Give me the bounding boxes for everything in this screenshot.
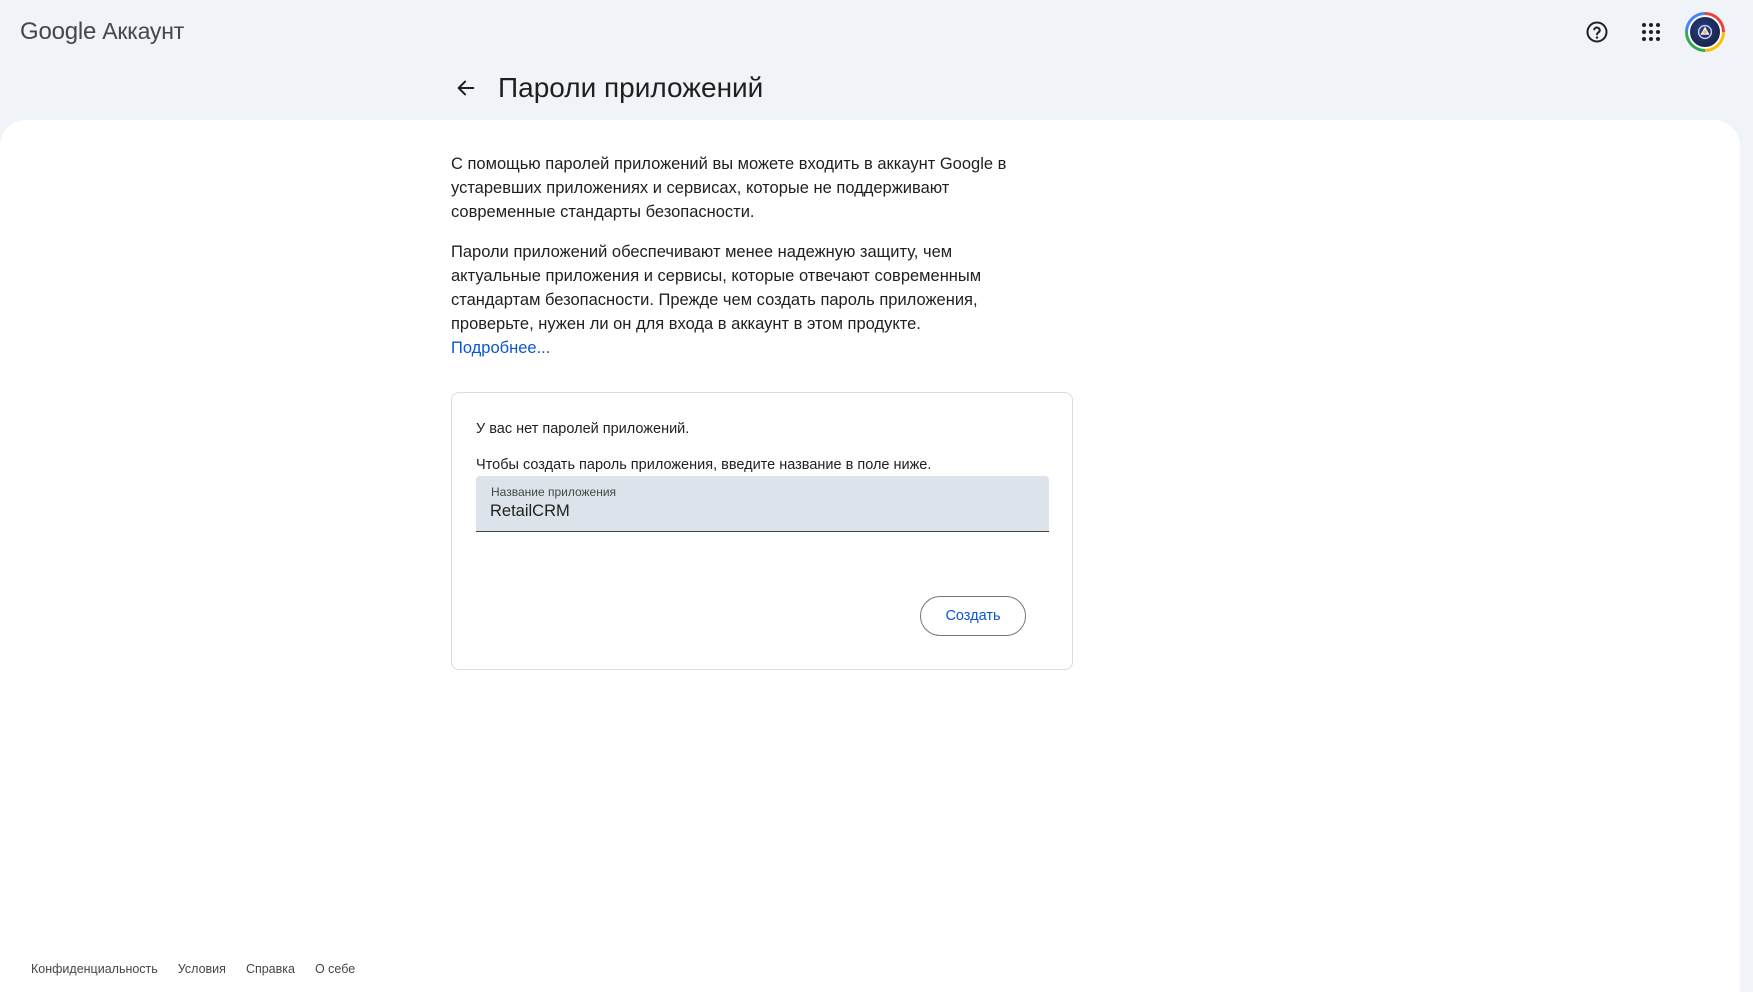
footer-link-help[interactable]: Справка: [246, 962, 295, 976]
intro-section: С помощью паролей приложений вы можете в…: [451, 152, 1011, 376]
apps-grid-icon: [1642, 23, 1660, 41]
page-title: Пароли приложений: [498, 72, 764, 103]
footer-link-about[interactable]: О себе: [315, 962, 355, 976]
back-button[interactable]: [450, 72, 482, 104]
google-account-logo[interactable]: Google Аккаунт: [20, 18, 184, 46]
title-row: Пароли приложений: [450, 72, 763, 104]
avatar[interactable]: [1685, 12, 1725, 52]
footer-link-terms[interactable]: Условия: [178, 962, 226, 976]
app-passwords-card: У вас нет паролей приложений. Чтобы созд…: [451, 392, 1073, 670]
create-instruction-text: Чтобы создать пароль приложения, введите…: [476, 457, 932, 473]
app-name-input[interactable]: [490, 502, 1030, 521]
intro-paragraph-2-text: Пароли приложений обеспечивают менее над…: [451, 243, 982, 333]
top-icons: [1577, 12, 1725, 52]
footer: Конфиденциальность Условия Справка О себ…: [31, 962, 355, 976]
logo-google-text: Google: [20, 18, 97, 45]
logo-account-text: Аккаунт: [102, 18, 185, 44]
avatar-picture-icon: [1697, 24, 1713, 40]
intro-paragraph-1: С помощью паролей приложений вы можете в…: [451, 155, 1007, 221]
help-button[interactable]: [1577, 12, 1617, 52]
learn-more-link[interactable]: Подробнее...: [451, 336, 550, 360]
footer-link-privacy[interactable]: Конфиденциальность: [31, 962, 158, 976]
app-name-field[interactable]: Название приложения: [476, 476, 1049, 532]
top-bar: Google Аккаунт: [0, 0, 1753, 66]
create-button[interactable]: Создать: [920, 596, 1026, 636]
no-passwords-text: У вас нет паролей приложений.: [476, 421, 690, 437]
intro-paragraph-2: Пароли приложений обеспечивают менее над…: [451, 240, 1011, 360]
app-name-field-label: Название приложения: [491, 485, 617, 499]
arrow-back-icon: [457, 80, 475, 96]
avatar-image: [1688, 15, 1722, 49]
apps-button[interactable]: [1631, 12, 1671, 52]
help-icon: [1586, 21, 1608, 43]
